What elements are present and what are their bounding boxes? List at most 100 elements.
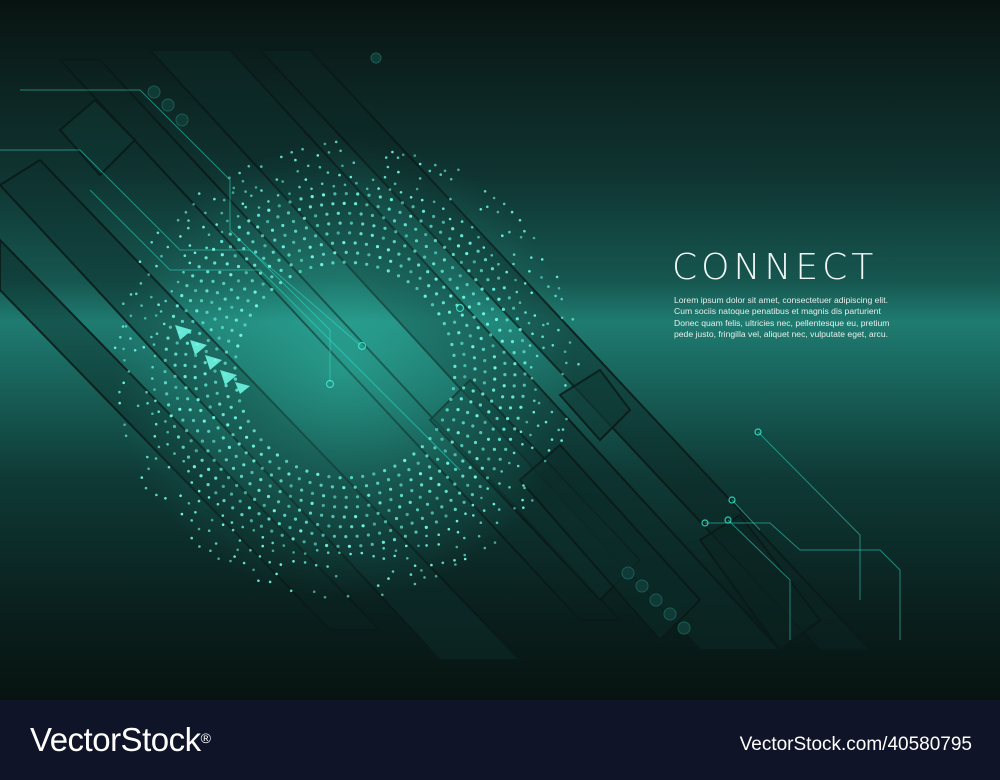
ring-dot xyxy=(297,477,301,481)
ring-dot xyxy=(288,192,291,195)
ring-dot xyxy=(491,344,495,348)
ring-dot xyxy=(315,223,320,228)
ring-dot xyxy=(512,451,516,455)
ring-dot xyxy=(220,239,224,244)
ring-dot xyxy=(476,326,480,330)
ring-dot xyxy=(452,418,456,422)
ring-dot xyxy=(492,388,496,392)
ring-dot xyxy=(493,366,497,370)
ring-dot xyxy=(435,496,439,500)
ring-dot xyxy=(523,229,526,233)
ring-dot xyxy=(364,242,368,246)
ring-dot xyxy=(494,317,499,322)
ring-dot xyxy=(474,278,478,282)
ring-dot xyxy=(492,287,496,291)
ring-dot xyxy=(227,339,231,343)
ring-dot xyxy=(188,299,193,303)
ring-dot xyxy=(518,301,522,305)
ring-dot xyxy=(420,445,424,449)
ring-dot xyxy=(564,384,567,387)
ring-dot xyxy=(465,252,469,256)
ring-dot xyxy=(261,544,265,548)
ring-dot xyxy=(157,303,160,307)
ring-dot xyxy=(181,445,185,449)
ring-dot xyxy=(244,451,248,455)
ring-dot xyxy=(436,457,440,461)
ring-dot xyxy=(202,419,206,423)
ring-dot xyxy=(129,314,133,318)
ring-dot xyxy=(288,275,292,279)
ring-dot xyxy=(297,249,301,253)
ring-dot xyxy=(151,377,154,380)
ring-dot xyxy=(310,255,314,259)
ring-dot xyxy=(463,536,466,540)
ring-dot xyxy=(180,319,184,323)
ring-dot xyxy=(167,403,171,407)
ring-dot xyxy=(250,470,254,475)
ring-dot xyxy=(229,273,233,277)
ring-dot xyxy=(453,364,457,368)
ring-dot xyxy=(313,542,317,546)
ring-dot xyxy=(162,322,166,326)
ring-dot xyxy=(463,557,467,561)
ring-dot xyxy=(512,253,516,256)
ring-dot xyxy=(192,203,195,206)
ring-dot xyxy=(392,240,396,244)
ring-dot xyxy=(204,211,207,215)
ring-dot xyxy=(394,516,399,521)
ring-dot xyxy=(519,430,523,434)
ring-dot xyxy=(519,235,523,239)
ring-dot xyxy=(502,202,506,206)
ring-dot xyxy=(277,466,281,470)
ring-dot xyxy=(327,524,331,528)
ring-dot xyxy=(234,318,238,322)
ring-dot xyxy=(497,262,500,266)
ring-dot xyxy=(444,489,448,493)
ring-dot xyxy=(242,247,246,251)
ring-dot xyxy=(247,219,251,223)
ring-dot xyxy=(370,233,374,237)
ring-dot xyxy=(305,469,309,473)
ring-dot xyxy=(213,369,217,373)
ring-dot xyxy=(523,486,526,490)
ring-dot xyxy=(279,563,283,566)
ring-dot xyxy=(459,397,463,401)
ring-dot xyxy=(218,449,222,453)
ring-dot xyxy=(154,457,158,460)
ring-dot xyxy=(246,231,250,235)
ring-dot xyxy=(498,328,502,332)
ring-dot xyxy=(523,282,527,285)
ring-dot xyxy=(155,493,158,497)
ring-dot xyxy=(310,195,314,199)
ring-dot xyxy=(173,452,176,455)
ring-dot xyxy=(138,260,142,264)
ring-dot xyxy=(259,438,263,442)
ring-dot xyxy=(124,434,128,438)
ring-dot xyxy=(482,509,486,512)
ring-dot xyxy=(251,240,255,244)
ring-dot xyxy=(219,467,223,471)
ring-dot xyxy=(204,383,208,387)
ring-dot xyxy=(355,505,360,509)
ring-dot xyxy=(164,347,168,351)
ring-dot xyxy=(420,516,424,521)
ring-dot xyxy=(348,211,352,215)
ring-dot xyxy=(197,489,201,493)
ring-dot xyxy=(365,187,369,191)
ring-dot xyxy=(291,537,295,541)
ring-dot xyxy=(470,493,474,497)
ring-dot xyxy=(181,418,185,422)
ring-dot xyxy=(387,577,390,580)
ring-dot xyxy=(453,320,457,324)
ring-dot xyxy=(361,524,365,528)
ring-dot xyxy=(423,294,427,298)
ring-dot xyxy=(278,490,282,494)
ring-dot xyxy=(234,454,238,458)
ring-dot xyxy=(189,439,193,443)
ring-dot xyxy=(268,560,272,564)
ring-dot xyxy=(423,255,427,259)
ring-dot xyxy=(409,573,413,576)
ring-dot xyxy=(339,149,342,153)
ring-dot xyxy=(215,347,219,351)
ring-dot xyxy=(178,407,182,411)
